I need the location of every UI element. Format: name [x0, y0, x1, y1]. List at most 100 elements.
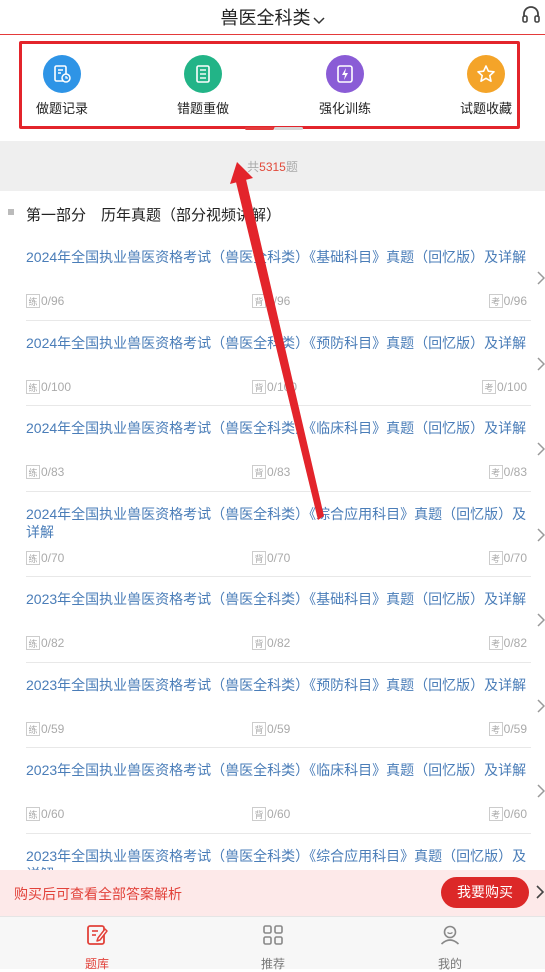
exam-tag: 考	[488, 721, 503, 736]
purchase-hint: 购买后可查看全部答案解析	[14, 886, 182, 902]
memorize-stat: 背 0/60	[252, 807, 290, 821]
quick-action-wrong-redo[interactable]: 错题重做	[158, 55, 248, 117]
practice-value: 0/70	[41, 550, 65, 565]
purchase-banner: 购买后可查看全部答案解析 我要购买	[0, 870, 545, 916]
nav-label: 我的	[437, 957, 462, 971]
practice-tag: 练	[26, 465, 40, 479]
exam-stat: 考 0/59	[488, 721, 527, 736]
practice-value: 0/60	[41, 807, 65, 821]
quick-action-record[interactable]: 做题记录	[17, 55, 107, 117]
exam-tag: 考	[488, 465, 503, 479]
list-item[interactable]: 2023年全国执业兽医资格考试（兽医全科类）《临床科目》真题（回忆版）及详解 练…	[0, 748, 545, 834]
question-bank-icon	[87, 925, 108, 945]
item-stats: 练 0/96 背 0/96 考 0/96	[26, 294, 527, 310]
item-title: 2024年全国执业兽医资格考试（兽医全科类）《临床科目》真题（回忆版）及详解	[26, 420, 527, 436]
practice-tag: 练	[26, 379, 40, 394]
memorize-tag: 背	[252, 550, 266, 565]
memorize-value: 0/100	[267, 379, 298, 394]
practice-tag: 练	[26, 294, 40, 308]
count-value: 5315	[259, 160, 286, 174]
chevron-down-icon	[312, 9, 325, 30]
practice-stat: 练 0/83	[26, 465, 64, 479]
item-stats: 练 0/59 背 0/59 考 0/59	[26, 721, 527, 738]
nav-label: 题库	[84, 957, 109, 971]
section-title: 第一部分 历年真题（部分视频讲解）	[26, 207, 282, 224]
count-suffix: 题	[285, 160, 298, 174]
chevron-right-icon	[537, 613, 545, 627]
star-icon	[467, 55, 505, 93]
memorize-tag: 背	[252, 379, 266, 394]
list-item[interactable]: 2023年全国执业兽医资格考试（兽医全科类）《基础科目》真题（回忆版）及详解 练…	[0, 577, 545, 663]
memorize-stat: 背 0/70	[252, 550, 291, 565]
practice-stat: 练 0/70	[26, 550, 65, 565]
practice-stat: 练 0/96	[26, 294, 64, 308]
headset-icon[interactable]	[521, 5, 541, 25]
list-item[interactable]: 2024年全国执业兽医资格考试（兽医全科类）《基础科目》真题（回忆版）及详解 练…	[0, 235, 545, 321]
nav-item-recommend[interactable]: 推荐	[233, 923, 313, 972]
memorize-value: 0/59	[267, 721, 291, 736]
practice-stat: 练 0/100	[26, 379, 72, 394]
practice-value: 0/96	[41, 294, 65, 308]
memorize-tag: 背	[252, 636, 266, 650]
exam-list: 2024年全国执业兽医资格考试（兽医全科类）《基础科目》真题（回忆版）及详解 练…	[0, 235, 545, 919]
memorize-value: 0/70	[267, 550, 291, 565]
exam-value: 0/96	[503, 294, 527, 308]
exam-tag: 考	[488, 636, 503, 650]
quick-action-label: 做题记录	[35, 101, 88, 116]
quick-action-favorites[interactable]: 试题收藏	[441, 55, 531, 117]
exam-stat: 考 0/96	[488, 294, 527, 308]
practice-stat: 练 0/59	[26, 721, 64, 736]
item-title: 2023年全国执业兽医资格考试（兽医全科类）《预防科目》真题（回忆版）及详解	[26, 676, 527, 693]
list-item[interactable]: 2024年全国执业兽医资格考试（兽医全科类）《预防科目》真题（回忆版）及详解 练…	[0, 320, 545, 406]
nav-item-question-bank[interactable]: 题库	[57, 923, 137, 972]
exam-value: 0/82	[503, 636, 527, 650]
exam-stat: 考 0/83	[488, 465, 527, 479]
exam-stat: 考 0/82	[488, 636, 527, 650]
exam-stat: 考 0/70	[488, 550, 527, 565]
exam-value: 0/83	[503, 465, 527, 479]
memorize-tag: 背	[252, 807, 266, 821]
list-item[interactable]: 2024年全国执业兽医资格考试（兽医全科类）《临床科目》真题（回忆版）及详解 练…	[0, 406, 545, 492]
quick-action-label: 错题重做	[176, 101, 229, 116]
buy-button[interactable]: 我要购买	[441, 877, 529, 908]
memorize-stat: 背 0/82	[252, 636, 290, 650]
practice-value: 0/82	[41, 636, 65, 650]
item-title: 2023年全国执业兽医资格考试（兽医全科类）《基础科目》真题（回忆版）及详解	[26, 591, 527, 607]
wrong-list-icon	[184, 55, 222, 93]
item-title: 2024年全国执业兽医资格考试（兽医全科类）《综合应用科目》真题（回忆版）及详解	[26, 505, 527, 540]
page-indicator-inactive	[274, 127, 303, 130]
list-item[interactable]: 2023年全国执业兽医资格考试（兽医全科类）《预防科目》真题（回忆版）及详解 练…	[0, 662, 545, 748]
chevron-right-icon	[537, 784, 545, 798]
item-title: 2023年全国执业兽医资格考试（兽医全科类）《临床科目》真题（回忆版）及详解	[26, 762, 527, 778]
nav-item-profile[interactable]: 我的	[410, 923, 490, 972]
practice-tag: 练	[26, 550, 40, 565]
item-title: 2024年全国执业兽医资格考试（兽医全科类）《预防科目》真题（回忆版）及详解	[26, 334, 527, 351]
lightning-icon	[326, 55, 364, 93]
item-stats: 练 0/70 背 0/70 考 0/70	[26, 550, 527, 567]
exam-value: 0/100	[496, 379, 527, 394]
category-selector[interactable]: 兽医全科类	[0, 4, 545, 30]
memorize-tag: 背	[252, 721, 266, 736]
practice-stat: 练 0/82	[26, 636, 64, 650]
chevron-right-icon	[537, 442, 545, 456]
question-count: 共5315题	[0, 141, 545, 191]
memorize-stat: 背 0/59	[252, 721, 291, 736]
exam-tag: 考	[488, 294, 503, 308]
exam-tag: 考	[488, 807, 503, 821]
practice-value: 0/100	[41, 379, 72, 394]
memorize-value: 0/82	[267, 636, 291, 650]
practice-tag: 练	[26, 636, 40, 650]
quick-action-label: 强化训练	[318, 101, 371, 116]
chevron-right-icon	[537, 271, 545, 285]
exam-stat: 考 0/60	[488, 807, 527, 821]
practice-value: 0/83	[41, 465, 65, 479]
quick-action-intensive[interactable]: 强化训练	[300, 55, 390, 117]
quick-action-label: 试题收藏	[459, 101, 512, 116]
page-indicator-active	[245, 127, 274, 130]
chevron-right-icon[interactable]	[536, 885, 544, 899]
memorize-tag: 背	[252, 294, 266, 308]
list-item[interactable]: 2024年全国执业兽医资格考试（兽医全科类）《综合应用科目》真题（回忆版）及详解…	[0, 491, 545, 577]
practice-tag: 练	[26, 807, 40, 821]
page-indicator	[245, 127, 303, 130]
item-stats: 练 0/60 背 0/60 考 0/60	[26, 807, 527, 823]
